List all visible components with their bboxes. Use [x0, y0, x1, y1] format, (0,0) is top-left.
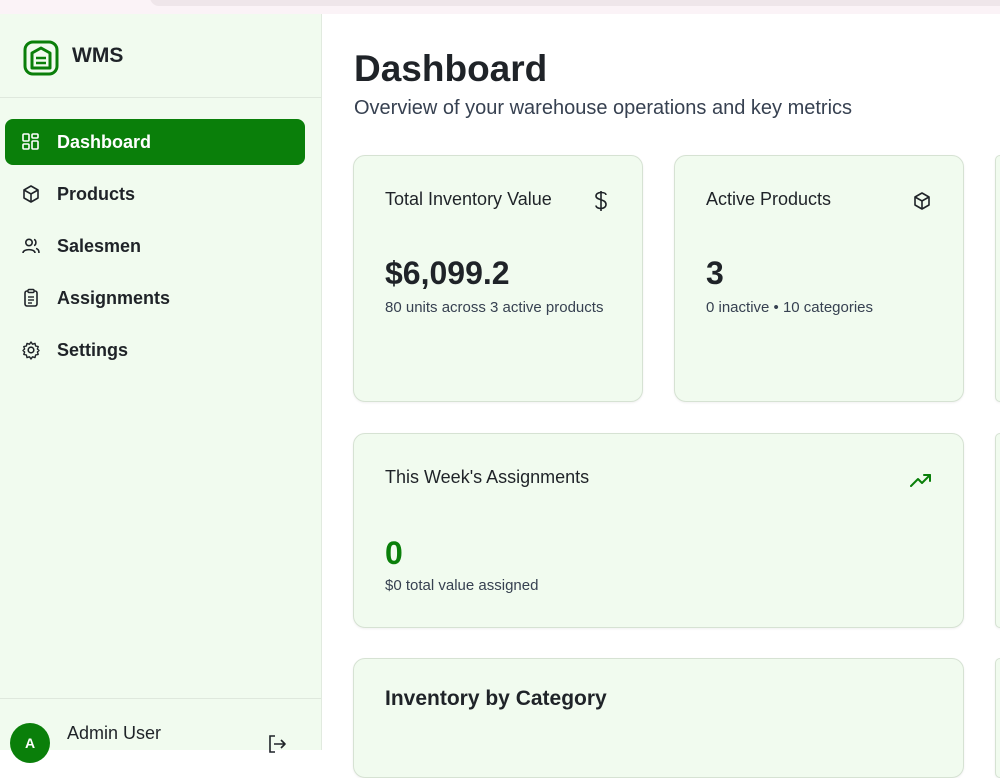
main-content: Dashboard Overview of your warehouse ope…	[322, 14, 1000, 778]
card-partial	[995, 155, 1000, 402]
card-subtext: $0 total value assigned	[385, 577, 539, 594]
card-partial	[995, 433, 1000, 628]
browser-address-bar	[150, 0, 1000, 6]
card-total-inventory-value: Total Inventory Value $6,099.2 80 units …	[353, 155, 643, 402]
package-icon	[911, 190, 933, 212]
sidebar-item-assignments[interactable]: Assignments	[5, 275, 305, 321]
card-value: 3	[706, 255, 724, 291]
card-partial	[995, 658, 1000, 778]
sidebar-item-label: Settings	[57, 339, 129, 360]
sidebar-item-salesmen[interactable]: Salesmen	[5, 223, 305, 269]
warehouse-icon	[23, 40, 59, 76]
sidebar: WMS Dashboard Products Salesmen Assignme…	[0, 14, 322, 763]
avatar[interactable]: A	[10, 723, 50, 763]
card-value: 0	[385, 535, 403, 571]
card-title: Total Inventory Value	[385, 189, 552, 209]
page-title: Dashboard	[354, 48, 548, 89]
card-subtext: 0 inactive • 10 categories	[706, 299, 874, 316]
users-icon	[21, 236, 41, 256]
section-title: Inventory by Category	[385, 687, 607, 710]
card-subtext: 80 units across 3 active products	[385, 299, 604, 316]
trending-up-icon	[910, 470, 932, 492]
brand-name: WMS	[72, 44, 124, 67]
sidebar-item-products[interactable]: Products	[5, 171, 305, 217]
card-inventory-by-category: Inventory by Category	[353, 658, 964, 778]
dashboard-grid-icon	[21, 132, 41, 152]
user-name: Admin User	[67, 723, 162, 743]
gear-icon	[21, 340, 41, 360]
package-icon	[21, 184, 41, 204]
clipboard-icon	[21, 288, 41, 308]
card-week-assignments: This Week's Assignments 0 $0 total value…	[353, 433, 964, 628]
card-active-products: Active Products 3 0 inactive • 10 catego…	[674, 155, 964, 402]
card-title: Active Products	[706, 189, 832, 209]
sidebar-item-label: Assignments	[57, 287, 171, 308]
sidebar-item-dashboard[interactable]: Dashboard	[5, 119, 305, 165]
card-value: $6,099.2	[385, 255, 510, 291]
sidebar-item-label: Salesmen	[57, 235, 142, 256]
sidebar-item-label: Products	[57, 183, 136, 204]
page-subtitle: Overview of your warehouse operations an…	[354, 97, 853, 119]
dollar-icon	[590, 190, 612, 212]
browser-top-strip	[0, 0, 1000, 14]
card-title: This Week's Assignments	[385, 467, 590, 487]
sidebar-item-settings[interactable]: Settings	[5, 327, 305, 373]
brand-header: WMS	[0, 14, 321, 98]
sidebar-item-label: Dashboard	[57, 131, 152, 152]
user-profile: A Admin User	[0, 698, 321, 763]
logout-icon[interactable]	[266, 733, 288, 755]
